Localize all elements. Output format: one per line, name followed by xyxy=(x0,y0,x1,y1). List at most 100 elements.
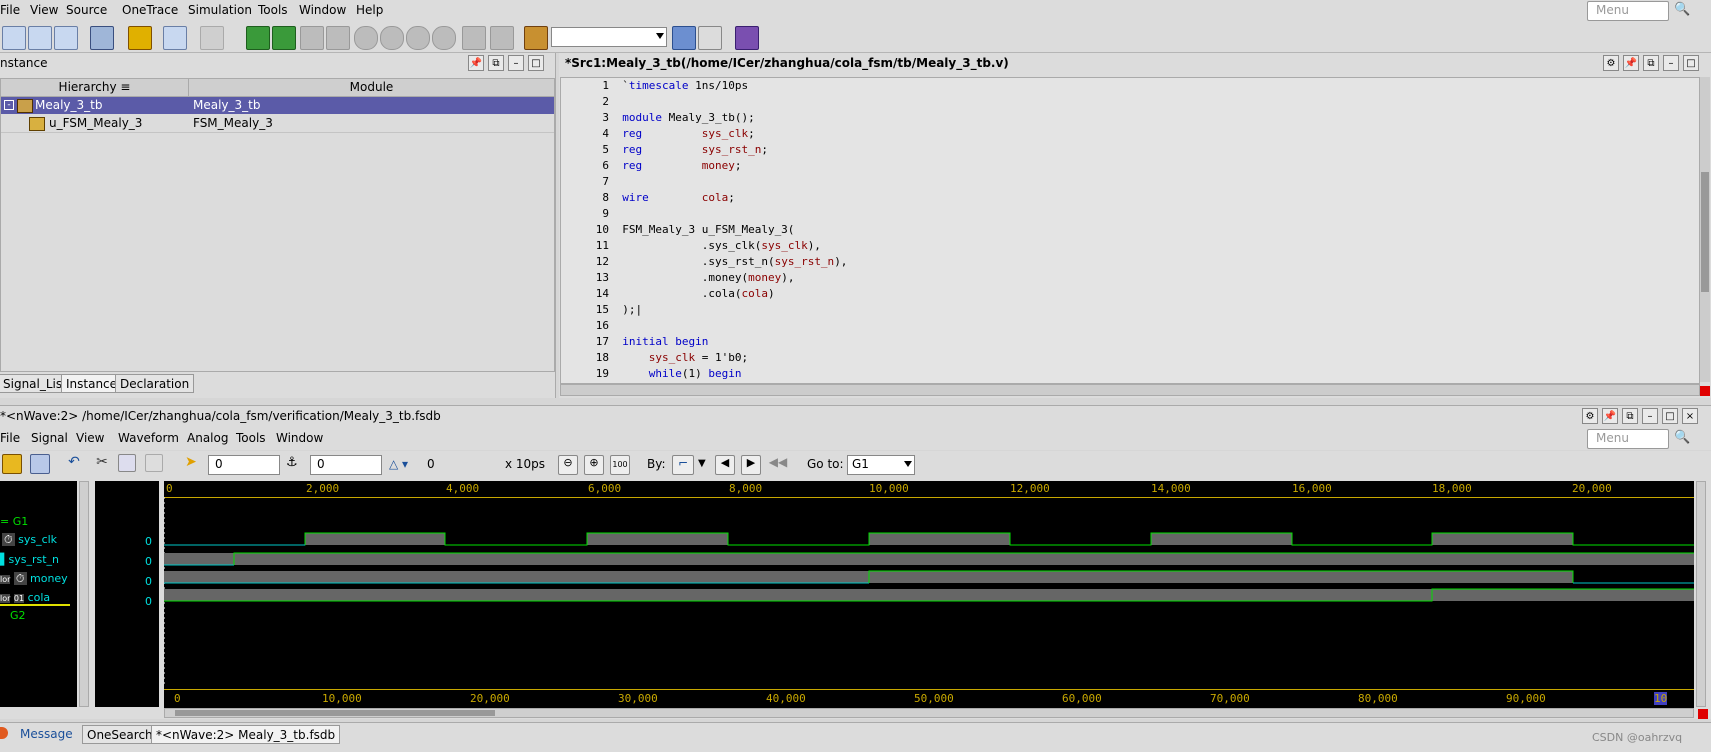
toolbar-icon-3[interactable] xyxy=(54,26,78,50)
zoom-out-icon[interactable]: ⊖ xyxy=(558,455,578,475)
down-trace-icon[interactable] xyxy=(272,26,296,50)
tab-nwave[interactable]: *<nWave:2> Mealy_3_tb.fsdb xyxy=(151,725,341,744)
maximize-icon[interactable]: □ xyxy=(1683,55,1699,71)
waveform-canvas[interactable]: 0 2,000 4,000 6,000 8,000 10,000 12,000 … xyxy=(164,481,1694,708)
nav-icon-3[interactable] xyxy=(406,26,430,50)
code-editor[interactable]: 1 `timescale 1ns/10ps 2 3 module Mealy_3… xyxy=(560,77,1700,384)
tab-instance[interactable]: Instance xyxy=(61,374,123,393)
pin-icon[interactable]: 📌 xyxy=(468,55,484,71)
signal-row[interactable]: lor ⏱ money xyxy=(0,572,68,586)
menu-onetrace[interactable]: OneTrace xyxy=(122,3,178,17)
goto-select[interactable]: G1 xyxy=(847,455,915,475)
menu-search-input[interactable]: Menu xyxy=(1587,1,1669,21)
undock-icon[interactable]: ⧉ xyxy=(1622,408,1638,424)
nwave-menu-tools[interactable]: Tools xyxy=(236,431,266,445)
undock-icon[interactable]: ⧉ xyxy=(488,55,504,71)
pointer-icon[interactable]: ➤ xyxy=(185,454,201,470)
up-trace-icon[interactable] xyxy=(246,26,270,50)
bookmark-icon[interactable] xyxy=(524,26,548,50)
table-row[interactable]: u_FSM_Mealy_3 FSM_Mealy_3 xyxy=(1,115,554,133)
back-icon[interactable] xyxy=(300,26,324,50)
tab-declaration[interactable]: Declaration xyxy=(115,374,195,393)
menu-help[interactable]: Help xyxy=(356,3,383,17)
nav-icon-5[interactable] xyxy=(462,26,486,50)
marker-time-input[interactable]: 0 xyxy=(310,455,382,475)
tab-onesearch[interactable]: OneSearch xyxy=(82,725,158,744)
copy-icon[interactable] xyxy=(118,454,136,472)
search-back-icon[interactable]: ◀◀ xyxy=(768,455,788,473)
chevron-down-icon[interactable]: ▼ xyxy=(698,458,706,469)
signal-row[interactable]: ⏱ sys_clk xyxy=(2,533,57,547)
cut-icon[interactable]: ✂ xyxy=(93,454,111,472)
zoom-in-icon[interactable]: ⊕ xyxy=(584,455,604,475)
menu-window[interactable]: Window xyxy=(299,3,346,17)
menu-view[interactable]: View xyxy=(30,3,58,17)
column-header-module[interactable]: Module xyxy=(189,79,554,97)
schematic-icon[interactable] xyxy=(735,26,759,50)
code-vertical-scrollbar[interactable] xyxy=(1699,77,1710,382)
search-icon[interactable]: 🔍 xyxy=(1674,2,1690,17)
nav-icon-4[interactable] xyxy=(432,26,456,50)
nwave-menu-view[interactable]: View xyxy=(76,431,104,445)
toolbar-search-combo[interactable] xyxy=(551,27,667,47)
next-edge-icon[interactable]: ▶ xyxy=(741,455,761,475)
nwave-menu-signal[interactable]: Signal xyxy=(31,431,68,445)
forward-icon[interactable] xyxy=(326,26,350,50)
nwave-menu-file[interactable]: File xyxy=(0,431,20,445)
minimize-icon[interactable]: – xyxy=(1642,408,1658,424)
toolbar-icon-4[interactable] xyxy=(90,26,114,50)
search-icon[interactable]: 🔍 xyxy=(1674,430,1690,445)
assert-icon[interactable] xyxy=(770,26,792,48)
tab-message[interactable]: Message xyxy=(10,725,77,744)
group-label-g2[interactable]: G2 xyxy=(10,609,26,622)
pin-icon[interactable]: 📌 xyxy=(1602,408,1618,424)
menu-file[interactable]: File xyxy=(0,3,20,17)
marker-icon[interactable]: ⚓ xyxy=(286,455,304,473)
pin-icon[interactable]: 📌 xyxy=(1623,55,1639,71)
signal-row[interactable]: ▌sys_rst_n xyxy=(0,553,59,566)
nwave-menu-analog[interactable]: Analog xyxy=(187,431,228,445)
paste-icon[interactable] xyxy=(145,454,163,472)
column-header-hierarchy[interactable]: Hierarchy ≡ xyxy=(1,79,189,97)
signal-row[interactable]: lor 01 cola xyxy=(0,591,70,606)
find-next-icon[interactable] xyxy=(698,26,722,50)
minimize-icon[interactable]: – xyxy=(1663,55,1679,71)
toolbar-icon-1[interactable] xyxy=(2,26,26,50)
delta-icon[interactable]: △ ▾ xyxy=(389,457,408,471)
prev-edge-icon[interactable]: ◀ xyxy=(715,455,735,475)
maximize-icon[interactable]: □ xyxy=(528,55,544,71)
nwave-menu-window[interactable]: Window xyxy=(276,431,323,445)
nwave-menu-search-input[interactable]: Menu xyxy=(1587,429,1669,449)
edge-type-icon[interactable]: ⌐ xyxy=(672,455,694,475)
waveform-vertical-scrollbar[interactable] xyxy=(1696,481,1706,707)
copy-icon[interactable] xyxy=(200,26,224,50)
edit-icon[interactable] xyxy=(163,26,187,50)
settings-icon[interactable]: ⚙ xyxy=(1603,55,1619,71)
menu-tools[interactable]: Tools xyxy=(258,3,288,17)
open-file-icon[interactable] xyxy=(2,454,22,474)
toolbar-icon-2[interactable] xyxy=(28,26,52,50)
undo-icon[interactable]: ↶ xyxy=(65,454,83,472)
reload-icon[interactable] xyxy=(30,454,50,474)
code-horizontal-scrollbar[interactable] xyxy=(560,384,1700,396)
table-row[interactable]: - Mealy_3_tb Mealy_3_tb xyxy=(1,97,554,114)
signal-value-pane[interactable]: 0 0 0 0 xyxy=(95,481,159,707)
settings-icon[interactable]: ⚙ xyxy=(1582,408,1598,424)
name-pane-scrollbar[interactable] xyxy=(79,481,89,707)
signal-name-pane[interactable]: = G1 ⏱ sys_clk ▌sys_rst_n lor ⏱ money lo… xyxy=(0,481,77,707)
cursor-time-input[interactable]: 0 xyxy=(208,455,280,475)
nav-icon-2[interactable] xyxy=(380,26,404,50)
waveform-horizontal-scrollbar[interactable] xyxy=(164,708,1694,718)
maximize-icon[interactable]: □ xyxy=(1662,408,1678,424)
group-label-g1[interactable]: = G1 xyxy=(0,515,28,528)
menu-source[interactable]: Source xyxy=(66,3,107,17)
nav-icon-1[interactable] xyxy=(354,26,378,50)
nav-icon-6[interactable] xyxy=(490,26,514,50)
find-icon[interactable] xyxy=(672,26,696,50)
nwave-menu-waveform[interactable]: Waveform xyxy=(118,431,179,445)
collapse-icon[interactable]: - xyxy=(4,100,14,110)
zoom-fit-icon[interactable]: 100 xyxy=(610,455,630,475)
menu-simulation[interactable]: Simulation xyxy=(188,3,252,17)
minimize-icon[interactable]: – xyxy=(508,55,524,71)
close-icon[interactable]: × xyxy=(1682,408,1698,424)
